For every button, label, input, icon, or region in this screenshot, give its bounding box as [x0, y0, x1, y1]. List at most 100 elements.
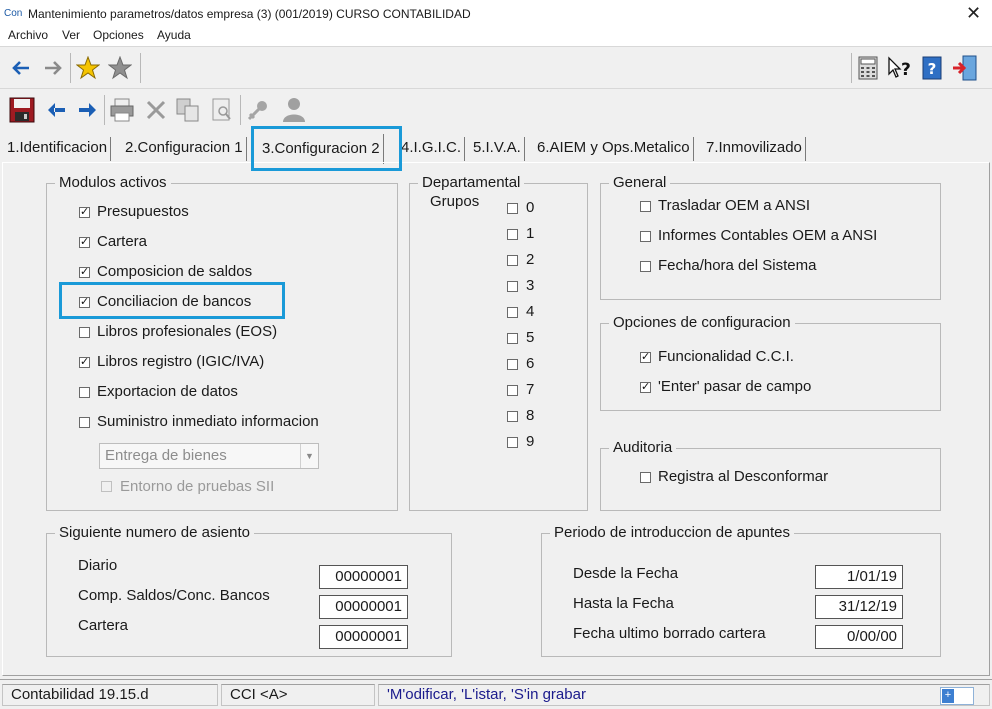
status-version: Contabilidad 19.15.d: [2, 684, 218, 706]
auditoria-title: Auditoria: [609, 439, 677, 456]
grupos-label: Grupos: [430, 193, 480, 210]
comp-saldos-conc-bancos-label: Comp. Saldos/Conc. Bancos: [78, 587, 270, 604]
save-disk-icon[interactable]: [8, 96, 36, 124]
conciliacion-de-bancos-checkbox[interactable]: [79, 295, 90, 308]
toolbar-separator: [70, 53, 71, 83]
grupo-3-checkbox[interactable]: [507, 281, 518, 292]
trasladar-oem-a-ansi-label: Trasladar OEM a ANSI: [658, 197, 810, 214]
svg-text:?: ?: [928, 60, 937, 78]
trasladar-oem-a-ansi-checkbox[interactable]: [640, 201, 651, 212]
status-indicator: +: [940, 687, 974, 705]
fecha-hora-del-sistema-checkbox[interactable]: [640, 261, 651, 272]
composicion-de-saldos-checkbox[interactable]: [79, 265, 90, 278]
composicion-de-saldos-label: Composicion de saldos: [97, 263, 253, 280]
funcionalidad-c-c-i-checkbox[interactable]: [640, 350, 651, 363]
entrega-select[interactable]: Entrega de bienes ▼: [99, 443, 319, 469]
departamental-title: Departamental: [418, 174, 525, 191]
menu-ayuda[interactable]: Ayuda: [157, 28, 191, 42]
key-icon[interactable]: [244, 96, 272, 124]
informes-contables-oem-a-ansi-label: Informes Contables OEM a ANSI: [658, 227, 878, 244]
entorno-pruebas-checkbox[interactable]: [101, 481, 112, 492]
favorite-star-icon[interactable]: [74, 54, 102, 82]
fecha-ultimo-borrado-cartera-field[interactable]: 0/00/00: [815, 625, 903, 649]
close-icon[interactable]: ✕: [966, 3, 981, 24]
opciones-configuracion-title: Opciones de configuracion: [609, 314, 795, 331]
menu-archivo[interactable]: Archivo: [8, 28, 48, 42]
conciliacion-de-bancos-label: Conciliacion de bancos: [97, 293, 252, 310]
libros-profesionales-eos-checkbox[interactable]: [79, 327, 90, 338]
print-icon[interactable]: [108, 96, 136, 124]
libros-registro-igic-iva-checkbox[interactable]: [79, 355, 90, 368]
grupo-4-label: 4: [526, 303, 535, 320]
funcionalidad-c-c-i-label: Funcionalidad C.C.I.: [658, 348, 794, 365]
hasta-la-fecha-label: Hasta la Fecha: [573, 595, 674, 612]
tab-identificacion[interactable]: 1.Identificacion: [4, 137, 112, 161]
grupo-4-checkbox[interactable]: [507, 307, 518, 318]
diario-field[interactable]: 00000001: [319, 565, 408, 589]
menu-ver[interactable]: Ver: [62, 28, 80, 42]
calculator-icon[interactable]: [856, 55, 880, 81]
toolbar-separator: [140, 53, 141, 83]
presupuestos-label: Presupuestos: [97, 203, 189, 220]
previous-record-icon[interactable]: [42, 96, 70, 124]
desde-la-fecha-field[interactable]: 1/01/19: [815, 565, 903, 589]
desde-la-fecha-label: Desde la Fecha: [573, 565, 679, 582]
hasta-la-fecha-field[interactable]: 31/12/19: [815, 595, 903, 619]
context-help-icon[interactable]: ?: [886, 55, 914, 81]
plus-icon: +: [942, 689, 954, 703]
registra-al-desconformar-checkbox[interactable]: [640, 472, 651, 483]
help-book-icon[interactable]: ?: [920, 55, 944, 81]
suministro-inmediato-informacion-checkbox[interactable]: [79, 417, 90, 428]
diario-label: Diario: [78, 557, 118, 574]
grupo-9-checkbox[interactable]: [507, 437, 518, 448]
app-icon: Con: [4, 8, 23, 19]
presupuestos-checkbox[interactable]: [79, 205, 90, 218]
grupo-6-checkbox[interactable]: [507, 359, 518, 370]
grupo-1-checkbox[interactable]: [507, 229, 518, 240]
forward-arrow-icon[interactable]: [40, 55, 66, 81]
informes-contables-oem-a-ansi-checkbox[interactable]: [640, 231, 651, 242]
enter-pasar-de-campo-label: 'Enter' pasar de campo: [658, 378, 812, 395]
fecha-hora-del-sistema-label: Fecha/hora del Sistema: [658, 257, 817, 274]
grupo-5-checkbox[interactable]: [507, 333, 518, 344]
chevron-down-icon[interactable]: ▼: [300, 444, 318, 468]
tab-iva[interactable]: 5.I.V.A.: [470, 137, 525, 161]
grupo-6-label: 6: [526, 355, 535, 372]
grupo-5-label: 5: [526, 329, 535, 346]
exportacion-de-datos-checkbox[interactable]: [79, 387, 90, 398]
grupo-0-checkbox[interactable]: [507, 203, 518, 214]
tab-configuracion-2[interactable]: 3.Configuracion 2: [259, 134, 384, 164]
next-record-icon[interactable]: [74, 96, 102, 124]
preview-document-icon[interactable]: [208, 96, 236, 124]
grupo-8-checkbox[interactable]: [507, 411, 518, 422]
exit-door-icon[interactable]: [950, 54, 980, 82]
tab-igic[interactable]: 4.I.G.I.C.: [398, 137, 466, 161]
grupo-0-label: 0: [526, 199, 535, 216]
exportacion-de-datos-label: Exportacion de datos: [97, 383, 238, 400]
navigation-toolbar: ? ?: [0, 46, 992, 89]
status-mode: CCI <A>: [221, 684, 375, 706]
users-group-icon[interactable]: [278, 96, 308, 124]
comp-saldos-conc-bancos-field[interactable]: 00000001: [319, 595, 408, 619]
tab-inmovilizado[interactable]: 7.Inmovilizado: [703, 137, 806, 161]
cartera-field[interactable]: 00000001: [319, 625, 408, 649]
back-arrow-icon[interactable]: [8, 55, 34, 81]
delete-x-icon[interactable]: [142, 96, 170, 124]
grupo-1-label: 1: [526, 225, 535, 242]
modulos-activos-title: Modulos activos: [55, 174, 171, 191]
menu-opciones[interactable]: Opciones: [93, 28, 144, 42]
enter-pasar-de-campo-checkbox[interactable]: [640, 380, 651, 393]
toolbar-separator: [240, 95, 241, 125]
tab-aiem[interactable]: 6.AIEM y Ops.Metalico: [534, 137, 694, 161]
departamental-group: Departamental: [409, 174, 588, 511]
tab-configuracion-1[interactable]: 2.Configuracion 1: [122, 137, 247, 161]
opciones-configuracion-group: Opciones de configuracion: [600, 314, 941, 411]
favorites-list-star-icon[interactable]: [106, 54, 134, 82]
copy-documents-icon[interactable]: [174, 96, 202, 124]
record-toolbar: [0, 90, 992, 130]
grupo-8-label: 8: [526, 407, 535, 424]
grupo-2-checkbox[interactable]: [507, 255, 518, 266]
grupo-7-checkbox[interactable]: [507, 385, 518, 396]
cartera-checkbox[interactable]: [79, 235, 90, 248]
suministro-inmediato-informacion-label: Suministro inmediato informacion: [97, 413, 319, 430]
